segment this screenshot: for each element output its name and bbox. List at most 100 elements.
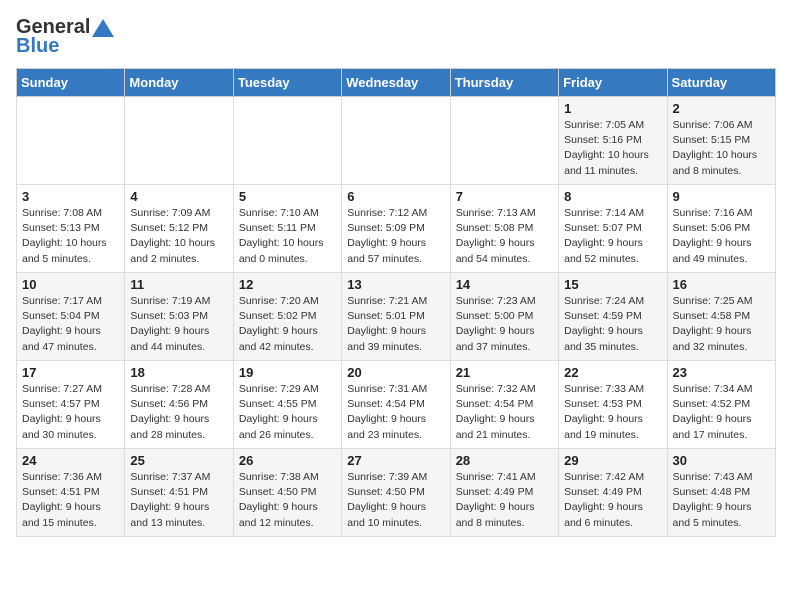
day-info: Sunrise: 7:24 AM Sunset: 4:59 PM Dayligh… [564,294,661,355]
day-cell: 6Sunrise: 7:12 AM Sunset: 5:09 PM Daylig… [342,185,450,273]
day-number: 2 [673,101,770,116]
day-cell: 21 Sunrise: 7:32 AM Sunset: 4:54 PM Dayli… [450,361,558,449]
day-cell: 28 Sunrise: 7:41 AM Sunset: 4:49 PM Dayli… [450,449,558,537]
day-number: 18 [130,365,227,380]
day-cell: 16 Sunrise: 7:25 AM Sunset: 4:58 PM Dayli… [667,273,775,361]
day-cell: 5 Sunrise: 7:10 AM Sunset: 5:11 PM Daylig… [233,185,341,273]
day-info: Sunrise: 7:13 AM Sunset: 5:08 PM Dayligh… [456,206,553,267]
day-info: Sunrise: 7:41 AM Sunset: 4:49 PM Dayligh… [456,470,553,531]
day-cell: 1 Sunrise: 7:05 AM Sunset: 5:16 PM Daylig… [559,97,667,185]
day-number: 11 [130,277,227,292]
day-cell: 8Sunrise: 7:14 AM Sunset: 5:07 PM Daylig… [559,185,667,273]
day-info: Sunrise: 7:42 AM Sunset: 4:49 PM Dayligh… [564,470,661,531]
day-cell: 30Sunrise: 7:43 AM Sunset: 4:48 PM Dayli… [667,449,775,537]
day-cell: 24 Sunrise: 7:36 AM Sunset: 4:51 PM Dayli… [17,449,125,537]
weekday-header-wednesday: Wednesday [342,69,450,97]
day-info: Sunrise: 7:23 AM Sunset: 5:00 PM Dayligh… [456,294,553,355]
day-number: 21 [456,365,553,380]
day-cell [233,97,341,185]
day-number: 1 [564,101,661,116]
day-number: 24 [22,453,119,468]
week-row-1: 1 Sunrise: 7:05 AM Sunset: 5:16 PM Daylig… [17,97,776,185]
weekday-header-thursday: Thursday [450,69,558,97]
day-cell: 4Sunrise: 7:09 AM Sunset: 5:12 PM Daylig… [125,185,233,273]
day-number: 27 [347,453,444,468]
day-info: Sunrise: 7:33 AM Sunset: 4:53 PM Dayligh… [564,382,661,443]
day-info: Sunrise: 7:12 AM Sunset: 5:09 PM Dayligh… [347,206,444,267]
day-number: 7 [456,189,553,204]
day-cell: 7 Sunrise: 7:13 AM Sunset: 5:08 PM Daylig… [450,185,558,273]
day-info: Sunrise: 7:31 AM Sunset: 4:54 PM Dayligh… [347,382,444,443]
day-info: Sunrise: 7:16 AM Sunset: 5:06 PM Dayligh… [673,206,770,267]
day-cell: 13 Sunrise: 7:21 AM Sunset: 5:01 PM Dayli… [342,273,450,361]
day-cell: 29 Sunrise: 7:42 AM Sunset: 4:49 PM Dayli… [559,449,667,537]
day-info: Sunrise: 7:19 AM Sunset: 5:03 PM Dayligh… [130,294,227,355]
logo-blue: Blue [16,35,59,58]
week-row-3: 10 Sunrise: 7:17 AM Sunset: 5:04 PM Dayli… [17,273,776,361]
weekday-header-sunday: Sunday [17,69,125,97]
day-cell: 25Sunrise: 7:37 AM Sunset: 4:51 PM Dayli… [125,449,233,537]
logo: General Blue [16,16,114,58]
day-info: Sunrise: 7:36 AM Sunset: 4:51 PM Dayligh… [22,470,119,531]
day-number: 20 [347,365,444,380]
day-number: 25 [130,453,227,468]
day-info: Sunrise: 7:17 AM Sunset: 5:04 PM Dayligh… [22,294,119,355]
day-number: 17 [22,365,119,380]
day-cell: 15 Sunrise: 7:24 AM Sunset: 4:59 PM Dayli… [559,273,667,361]
day-info: Sunrise: 7:21 AM Sunset: 5:01 PM Dayligh… [347,294,444,355]
day-info: Sunrise: 7:09 AM Sunset: 5:12 PM Dayligh… [130,206,227,267]
day-cell: 2 Sunrise: 7:06 AM Sunset: 5:15 PM Daylig… [667,97,775,185]
day-cell [342,97,450,185]
day-cell: 22 Sunrise: 7:33 AM Sunset: 4:53 PM Dayli… [559,361,667,449]
day-number: 30 [673,453,770,468]
day-info: Sunrise: 7:28 AM Sunset: 4:56 PM Dayligh… [130,382,227,443]
day-number: 15 [564,277,661,292]
day-info: Sunrise: 7:27 AM Sunset: 4:57 PM Dayligh… [22,382,119,443]
day-number: 23 [673,365,770,380]
day-cell [125,97,233,185]
day-info: Sunrise: 7:25 AM Sunset: 4:58 PM Dayligh… [673,294,770,355]
day-info: Sunrise: 7:20 AM Sunset: 5:02 PM Dayligh… [239,294,336,355]
day-number: 3 [22,189,119,204]
day-cell: 19 Sunrise: 7:29 AM Sunset: 4:55 PM Dayli… [233,361,341,449]
day-info: Sunrise: 7:10 AM Sunset: 5:11 PM Dayligh… [239,206,336,267]
day-info: Sunrise: 7:39 AM Sunset: 4:50 PM Dayligh… [347,470,444,531]
weekday-header-tuesday: Tuesday [233,69,341,97]
week-row-5: 24 Sunrise: 7:36 AM Sunset: 4:51 PM Dayli… [17,449,776,537]
day-info: Sunrise: 7:08 AM Sunset: 5:13 PM Dayligh… [22,206,119,267]
day-number: 5 [239,189,336,204]
day-cell: 26Sunrise: 7:38 AM Sunset: 4:50 PM Dayli… [233,449,341,537]
day-number: 8 [564,189,661,204]
day-cell [17,97,125,185]
day-number: 16 [673,277,770,292]
day-info: Sunrise: 7:34 AM Sunset: 4:52 PM Dayligh… [673,382,770,443]
day-number: 28 [456,453,553,468]
day-info: Sunrise: 7:29 AM Sunset: 4:55 PM Dayligh… [239,382,336,443]
day-number: 19 [239,365,336,380]
day-info: Sunrise: 7:05 AM Sunset: 5:16 PM Dayligh… [564,118,661,179]
day-cell: 11 Sunrise: 7:19 AM Sunset: 5:03 PM Dayli… [125,273,233,361]
week-row-2: 3 Sunrise: 7:08 AM Sunset: 5:13 PM Daylig… [17,185,776,273]
weekday-header-saturday: Saturday [667,69,775,97]
calendar-table: SundayMondayTuesdayWednesdayThursdayFrid… [16,68,776,537]
week-row-4: 17 Sunrise: 7:27 AM Sunset: 4:57 PM Dayli… [17,361,776,449]
day-number: 22 [564,365,661,380]
day-number: 14 [456,277,553,292]
day-number: 13 [347,277,444,292]
day-number: 12 [239,277,336,292]
day-cell: 23 Sunrise: 7:34 AM Sunset: 4:52 PM Dayli… [667,361,775,449]
day-cell: 27 Sunrise: 7:39 AM Sunset: 4:50 PM Dayli… [342,449,450,537]
day-info: Sunrise: 7:06 AM Sunset: 5:15 PM Dayligh… [673,118,770,179]
logo-icon [92,19,114,37]
weekday-header-row: SundayMondayTuesdayWednesdayThursdayFrid… [17,69,776,97]
day-cell: 17 Sunrise: 7:27 AM Sunset: 4:57 PM Dayli… [17,361,125,449]
day-cell: 20 Sunrise: 7:31 AM Sunset: 4:54 PM Dayli… [342,361,450,449]
day-number: 9 [673,189,770,204]
weekday-header-monday: Monday [125,69,233,97]
day-number: 29 [564,453,661,468]
day-cell: 12 Sunrise: 7:20 AM Sunset: 5:02 PM Dayli… [233,273,341,361]
day-number: 10 [22,277,119,292]
day-info: Sunrise: 7:32 AM Sunset: 4:54 PM Dayligh… [456,382,553,443]
day-number: 26 [239,453,336,468]
day-cell [450,97,558,185]
